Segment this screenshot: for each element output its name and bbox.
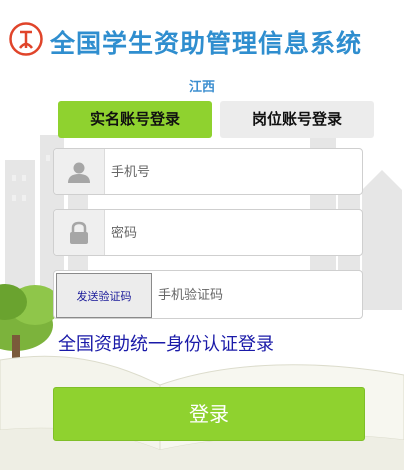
phone-icon-box — [54, 149, 105, 194]
send-code-button[interactable]: 发送验证码 — [56, 273, 152, 318]
phone-input[interactable] — [109, 149, 353, 196]
user-icon — [68, 162, 90, 183]
region-label: 江西 — [188, 80, 215, 95]
lock-icon — [70, 221, 88, 244]
password-field — [53, 209, 363, 257]
login-tabs: 实名账号登录 岗位账号登录 — [58, 101, 374, 138]
sms-code-input[interactable] — [156, 271, 360, 320]
phone-field — [53, 148, 363, 196]
login-button[interactable]: 登录 — [53, 387, 365, 441]
site-title: 全国学生资助管理信息系统 — [50, 29, 363, 58]
unified-id-auth-link[interactable]: 全国资助统一身份认证登录 — [58, 330, 274, 356]
tab-position-login[interactable]: 岗位账号登录 — [220, 101, 374, 138]
password-input[interactable] — [109, 210, 353, 257]
student-aid-logo-icon — [9, 22, 43, 56]
tab-realname-login[interactable]: 实名账号登录 — [58, 101, 212, 138]
sms-code-field: 发送验证码 — [53, 270, 363, 320]
site-header: 全国学生资助管理信息系统 — [0, 0, 404, 70]
password-icon-box — [54, 210, 105, 255]
